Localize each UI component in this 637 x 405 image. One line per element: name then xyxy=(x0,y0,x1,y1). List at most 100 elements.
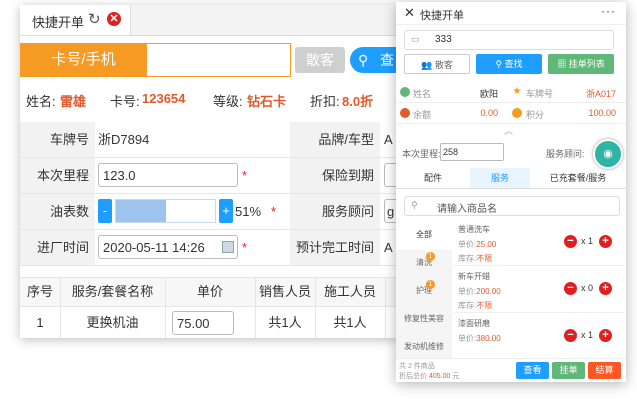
item-price: 单价:380.00 xyxy=(458,334,501,343)
list-item[interactable]: 普通洗车 单价:25.00 库存:不限 − x 1 + xyxy=(454,220,624,266)
total-line: 折后总价 405.00 元 xyxy=(399,373,460,380)
card-phone-input[interactable] xyxy=(147,43,291,77)
find-button[interactable]: ⚲ 查 xyxy=(350,47,400,73)
wallet-icon xyxy=(400,108,410,118)
col-service: 服务/套餐名称 xyxy=(71,284,154,299)
quick-order-window: 快捷开单 ↻ ✕ 卡号/手机 散客 ⚲ 查 姓名: 雷雄 卡号: 123654 … xyxy=(20,5,400,338)
info-row: 姓名 欧阳 ★ 车牌号 浙A017 xyxy=(396,82,626,103)
category-item[interactable]: 全部 xyxy=(396,220,452,250)
plus-icon[interactable]: + xyxy=(599,235,612,248)
calendar-icon[interactable] xyxy=(222,241,234,253)
item-stock: 库存:不限 xyxy=(458,301,493,310)
item-name: 漆面研磨 xyxy=(458,319,490,328)
fuel-minus-button[interactable]: - xyxy=(98,199,112,223)
fuel-gauge-fill xyxy=(116,200,166,222)
info-points-label: 积分 xyxy=(526,110,545,120)
row-price-input[interactable]: 75.00 xyxy=(172,311,234,335)
row-service: 更换机油 xyxy=(86,315,139,330)
tab-quick-order[interactable]: 快捷开单 ↻ ✕ xyxy=(20,5,131,35)
panel-find-button[interactable]: ⚲ 查找 xyxy=(476,54,542,74)
info-name-value: 欧阳 xyxy=(479,89,498,99)
col-price: 单价 xyxy=(196,284,223,299)
col-no: 序号 xyxy=(26,284,53,299)
category-item[interactable]: 修复性美容 xyxy=(396,304,452,334)
fuel-gauge[interactable] xyxy=(115,199,216,223)
list-item[interactable]: 漆面研磨 单价:380.00 − x 1 + xyxy=(454,314,624,359)
tab-packages[interactable]: 已充套餐/服务 xyxy=(530,168,626,188)
goods-list: 普通洗车 单价:25.00 库存:不限 − x 1 + 新车开蜡 单价:200.… xyxy=(454,220,626,360)
tab-parts[interactable]: 配件 xyxy=(396,168,470,188)
more-icon[interactable]: ··· xyxy=(601,4,616,18)
guest-button[interactable]: 散客 xyxy=(295,47,345,73)
tab-title: 快捷开单 xyxy=(32,15,85,30)
star-icon: ★ xyxy=(512,86,522,97)
goods-search-input[interactable]: ⚲ 请输入商品名 xyxy=(404,196,620,216)
row-worker[interactable]: 共1人 xyxy=(315,306,385,338)
form-row: 油表数 - + 51% * 服务顾问 g xyxy=(20,194,400,230)
panel-footer: 共 2 件商品 折后总价 405.00 元 查看 挂单 结算 xyxy=(396,358,626,382)
level-label: 等级: xyxy=(213,94,243,109)
card-label: 卡号: xyxy=(110,94,140,109)
panel-search-input[interactable]: ▭ 333 xyxy=(404,30,614,50)
name-label: 姓名: xyxy=(26,94,56,109)
insurance-label: 保险到期 xyxy=(290,158,380,193)
close-tab-icon[interactable]: ✕ xyxy=(107,12,121,26)
list-icon: ▦ xyxy=(557,59,569,69)
card-icon: ▭ xyxy=(411,34,420,44)
member-info: 姓名: 雷雄 卡号: 123654 等级: 钻石卡 折扣: 8.0折 xyxy=(20,85,400,115)
panel-list-button[interactable]: ▦ 挂单列表 xyxy=(548,54,614,74)
advisor-avatar[interactable]: ◉ xyxy=(593,139,623,169)
users-icon: 👥 xyxy=(421,60,435,70)
plate-value: 浙D7894 xyxy=(98,132,150,147)
item-qty: x 1 xyxy=(581,236,594,246)
plus-icon[interactable]: + xyxy=(599,329,612,342)
enter-time-label: 进厂时间 xyxy=(20,230,95,265)
hang-order-button[interactable]: 挂单 xyxy=(552,362,585,379)
row-sales[interactable]: 共1人 xyxy=(255,306,315,338)
points-icon xyxy=(512,108,522,118)
panel-mileage-label: 本次里程: xyxy=(402,149,441,159)
panel-header: ✕ 快捷开单 ··· xyxy=(396,2,626,25)
minus-icon[interactable]: − xyxy=(564,235,577,248)
panel-guest-button[interactable]: 👥 散客 xyxy=(404,54,470,74)
category-item[interactable]: 清洗 1 xyxy=(396,248,452,278)
info-plate-label: 车牌号 xyxy=(526,89,554,99)
plus-icon[interactable]: + xyxy=(599,282,612,295)
form-row: 本次里程 123.0 * 保险到期 xyxy=(20,158,400,194)
close-icon[interactable]: ✕ xyxy=(404,5,415,21)
minus-icon[interactable]: − xyxy=(564,329,577,342)
expand-icon[interactable]: ︿ xyxy=(504,124,513,137)
panel-mileage-input[interactable]: 258 xyxy=(440,143,504,161)
category-list: 全部 清洗 1 护理 1 修复性美容 发动机维修 xyxy=(396,220,452,360)
table-row[interactable]: 1 更换机油 75.00 共1人 共1人 xyxy=(20,306,400,338)
panel-search-value: 333 xyxy=(435,34,452,45)
fuel-percent: 51% xyxy=(235,204,262,219)
view-button[interactable]: 查看 xyxy=(516,362,549,379)
category-item[interactable]: 护理 1 xyxy=(396,276,452,306)
advisor-label: 服务顾问 xyxy=(290,194,380,229)
goods-search-placeholder: 请输入商品名 xyxy=(437,204,497,215)
col-worker: 施工人员 xyxy=(323,284,376,299)
refresh-icon[interactable]: ↻ xyxy=(88,10,101,28)
tab-bar: 快捷开单 ↻ ✕ xyxy=(20,5,400,36)
count-badge: 1 xyxy=(426,280,435,289)
tab-service[interactable]: 服务 xyxy=(470,168,530,188)
finish-time-value: A xyxy=(384,240,393,255)
form-row: 进厂时间 2020-05-11 14:26 * 预计完工时间 A xyxy=(20,230,400,266)
discount-label: 折扣: xyxy=(310,94,340,109)
info-balance-value: 0.00 xyxy=(480,108,498,118)
finish-time-label: 预计完工时间 xyxy=(290,230,380,265)
mileage-label: 本次里程 xyxy=(20,158,95,193)
checkout-button[interactable]: 结算 xyxy=(588,362,621,379)
list-item[interactable]: 新车开蜡 单价:200.00 库存:不限 − x 0 + xyxy=(454,267,624,313)
member-name: 雷雄 xyxy=(60,94,87,109)
row-no: 1 xyxy=(36,315,44,330)
fuel-plus-button[interactable]: + xyxy=(219,199,233,223)
enter-time-input[interactable]: 2020-05-11 14:26 xyxy=(98,235,238,259)
minus-icon[interactable]: − xyxy=(564,282,577,295)
mileage-input[interactable]: 123.0 xyxy=(98,163,238,187)
member-level: 钻石卡 xyxy=(247,94,287,109)
item-name: 普通洗车 xyxy=(458,225,490,234)
find-label: 查 xyxy=(380,52,394,68)
item-name: 新车开蜡 xyxy=(458,272,490,281)
